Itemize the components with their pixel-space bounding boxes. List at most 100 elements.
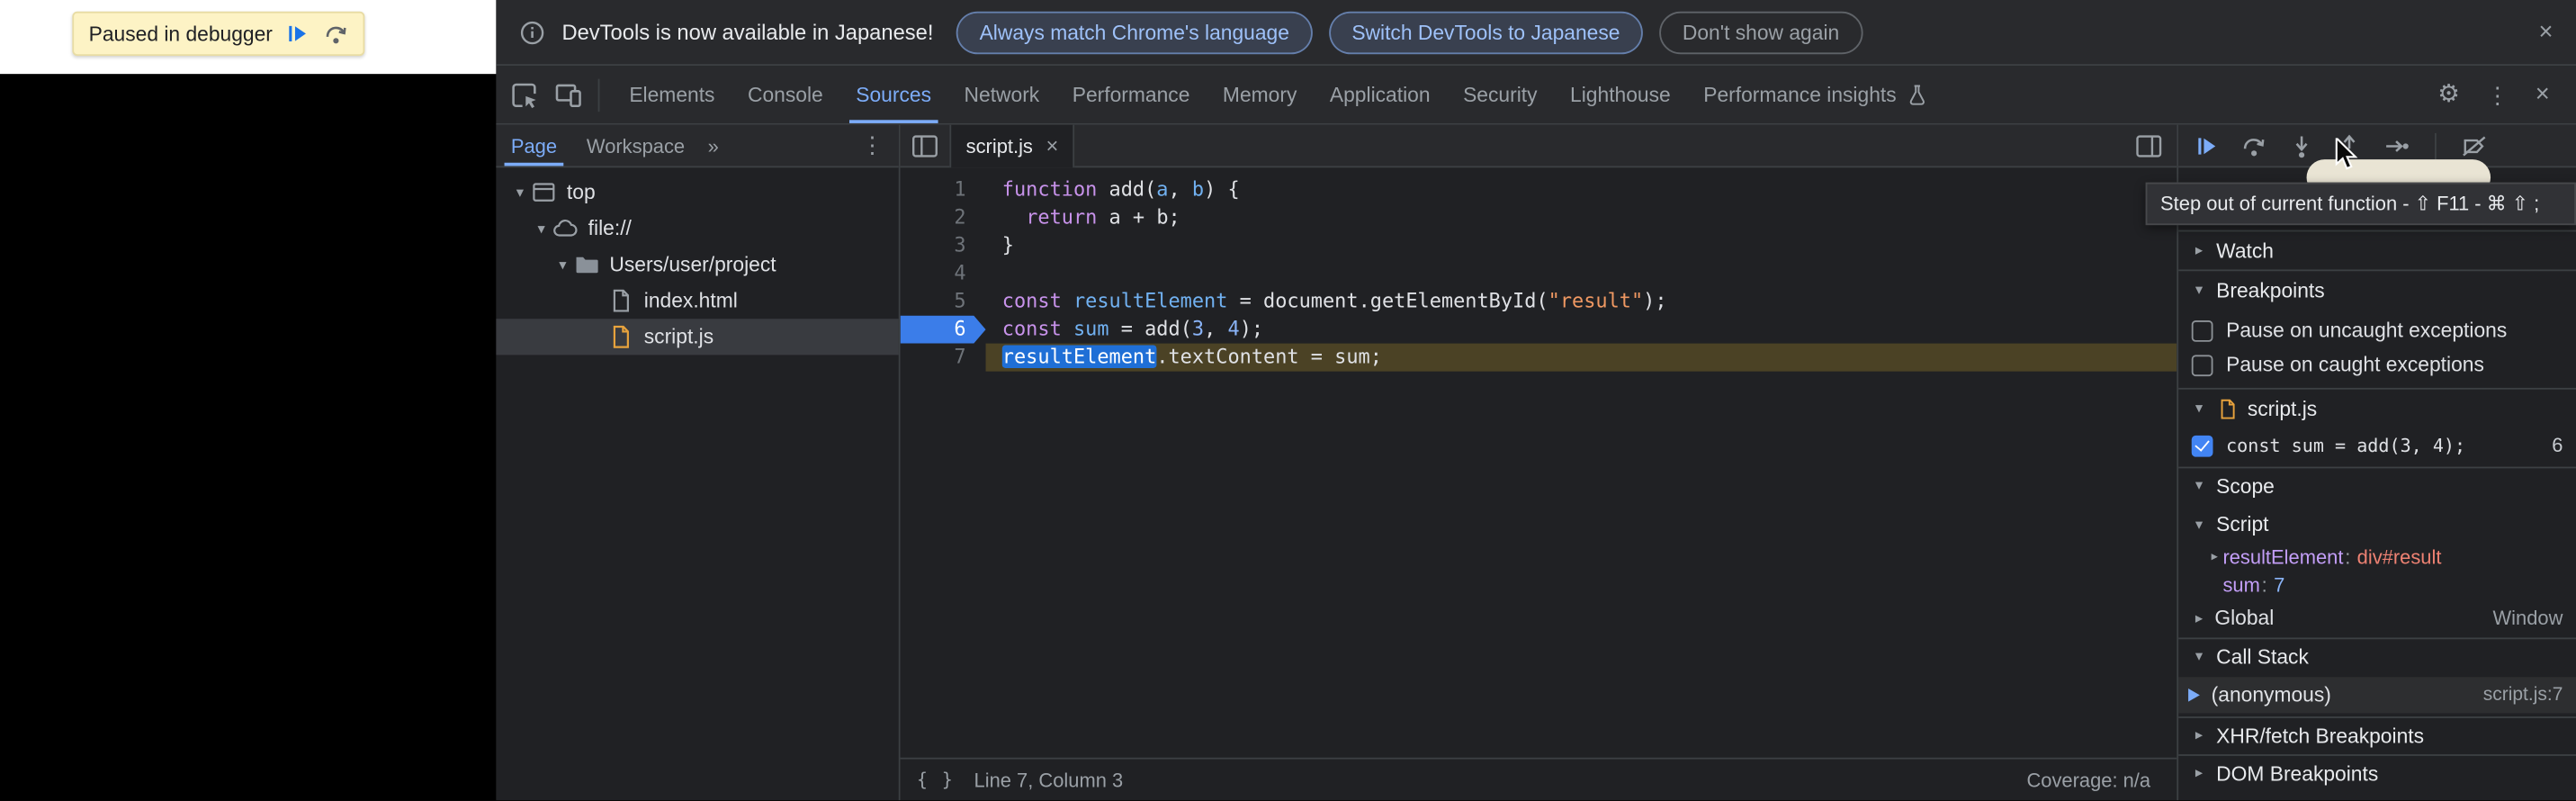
pretty-print-icon[interactable]: { }	[917, 770, 955, 791]
line-number[interactable]: 1	[901, 176, 986, 203]
pause-caught-checkbox[interactable]	[2192, 354, 2213, 375]
pause-uncaught-row[interactable]: Pause on uncaught exceptions	[2178, 312, 2576, 348]
switch-devtools-japanese-button[interactable]: Switch DevTools to Japanese	[1329, 11, 1643, 53]
chevron-right-icon: ▸	[2190, 608, 2208, 626]
toggle-debugger-sidebar-icon[interactable]	[2134, 130, 2164, 160]
code-lines[interactable]: 1function add(a, b) {2 return a + b;3}45…	[901, 167, 2177, 758]
tab-label: Application	[1330, 83, 1431, 106]
code-line-5[interactable]: 5const resultElement = document.getEleme…	[901, 288, 2177, 316]
more-tabs-chevron-icon[interactable]: »	[700, 134, 727, 158]
tree-item-top[interactable]: ▾top	[496, 175, 898, 211]
tab-network[interactable]: Network	[947, 66, 1055, 123]
tab-application[interactable]: Application	[1314, 66, 1447, 123]
code-token: function	[1002, 177, 1098, 201]
tree-item-index-html[interactable]: index.html	[496, 283, 898, 319]
code-token: a	[1156, 177, 1168, 201]
tab-console[interactable]: Console	[732, 66, 839, 123]
resume-icon[interactable]	[286, 22, 310, 46]
tab-sources[interactable]: Sources	[839, 66, 947, 123]
inspect-element-icon[interactable]	[507, 78, 541, 112]
infobar-close-icon[interactable]: ×	[2538, 20, 2553, 44]
code-line-3[interactable]: 3}	[901, 231, 2177, 259]
editor-tab-title: script.js	[966, 134, 1033, 158]
resume-icon[interactable]	[2194, 132, 2220, 158]
device-toolbar-icon[interactable]	[552, 78, 586, 112]
breakpoint-file-label: script.js	[2248, 397, 2317, 420]
section-breakpoints[interactable]: ▾ Breakpoints	[2178, 269, 2576, 309]
tab-page[interactable]: Page	[496, 125, 571, 166]
tree-item-label: file://	[588, 217, 632, 240]
section-xhr-breakpoints[interactable]: ▸ XHR/fetch Breakpoints	[2178, 716, 2576, 752]
section-watch[interactable]: ▸ Watch	[2178, 230, 2576, 270]
code-line-7[interactable]: 7resultElement.textContent = sum;	[901, 344, 2177, 372]
tab-label: Security	[1463, 83, 1537, 106]
code-line-2[interactable]: 2 return a + b;	[901, 203, 2177, 231]
toggle-navigator-icon[interactable]	[911, 130, 940, 160]
settings-gear-icon[interactable]: ⚙	[2425, 82, 2473, 106]
tab-lighthouse[interactable]: Lighthouse	[1554, 66, 1687, 123]
chevron-down-icon[interactable]: ▾	[509, 184, 531, 202]
step-over-icon[interactable]	[2241, 132, 2267, 158]
pause-uncaught-checkbox[interactable]	[2192, 320, 2213, 341]
line-number[interactable]: 4	[901, 259, 986, 287]
code-text: resultElement.textContent = sum;	[986, 344, 2177, 372]
infobar-message: DevTools is now available in Japanese!	[561, 20, 933, 44]
code-line-1[interactable]: 1function add(a, b) {	[901, 176, 2177, 203]
navigator-kebab-icon[interactable]: ⋮	[861, 131, 899, 159]
tab-security[interactable]: Security	[1447, 66, 1554, 123]
scope-var-name: sum	[2222, 572, 2259, 596]
code-line-6[interactable]: 6const sum = add(3, 4);	[901, 316, 2177, 344]
scope-var-sum[interactable]: sum: 7	[2178, 571, 2576, 598]
editor-pane: script.js × 1function add(a, b) {2 retur…	[901, 125, 2177, 801]
tab-label: Elements	[629, 83, 714, 106]
tab-memory[interactable]: Memory	[1207, 66, 1314, 123]
step-over-icon[interactable]	[324, 22, 348, 46]
code-line-4[interactable]: 4	[901, 259, 2177, 287]
chevron-down-icon[interactable]: ▾	[531, 220, 552, 238]
section-dom-breakpoints[interactable]: ▸ DOM Breakpoints	[2178, 754, 2576, 790]
toolbar-divider	[598, 78, 600, 112]
step-into-icon[interactable]	[2288, 132, 2314, 158]
breakpoint-marker[interactable]: 6	[901, 316, 986, 344]
breakpoint-entry-row[interactable]: const sum = add(3, 4); 6	[2178, 428, 2576, 464]
line-number[interactable]: 3	[901, 231, 986, 259]
editor-tab-close-icon[interactable]: ×	[1046, 135, 1058, 157]
coverage-label: Coverage: n/a	[2026, 769, 2150, 792]
chevron-right-icon: ▸	[2190, 241, 2208, 259]
dont-show-again-button[interactable]: Don't show again	[1659, 11, 1862, 53]
chevron-right-icon: ▸	[2206, 549, 2222, 563]
section-scope[interactable]: ▾ Scope	[2178, 467, 2576, 503]
line-number[interactable]: 2	[901, 203, 986, 231]
line-number[interactable]: 5	[901, 288, 986, 316]
always-match-language-button[interactable]: Always match Chrome's language	[956, 11, 1312, 53]
editor-tab-script-js[interactable]: script.js ×	[949, 124, 1074, 166]
navigator-header: Page Workspace » ⋮	[496, 125, 898, 167]
tree-item-file-[interactable]: ▾ file://	[496, 211, 898, 247]
tree-item-users-user-project[interactable]: ▾Users/user/project	[496, 247, 898, 283]
chevron-down-icon[interactable]: ▾	[552, 256, 574, 274]
debugger-sections: ▸ Watch ▾ Breakpoints Pause on uncaught …	[2178, 167, 2576, 801]
frame-location: script.js:7	[2483, 685, 2563, 705]
scope-var-resultelement[interactable]: ▸ resultElement: div#result	[2178, 543, 2576, 571]
step-icon[interactable]	[2383, 132, 2410, 158]
scope-global-section[interactable]: ▸ Global Window	[2178, 601, 2576, 634]
chevron-right-icon: ▸	[2190, 726, 2208, 744]
devtools-close-icon[interactable]: ×	[2522, 82, 2563, 106]
more-options-icon[interactable]: ⋮	[2473, 83, 2522, 106]
call-stack-frame[interactable]: (anonymous) script.js:7	[2178, 677, 2576, 713]
breakpoint-entry-checkbox[interactable]	[2192, 435, 2213, 456]
tree-item-script-js[interactable]: script.js	[496, 319, 898, 355]
pause-caught-label: Pause on caught exceptions	[2226, 354, 2484, 377]
tab-performance[interactable]: Performance	[1055, 66, 1206, 123]
deactivate-breakpoints-icon[interactable]	[2461, 132, 2487, 158]
chevron-right-icon: ▸	[2190, 764, 2208, 782]
section-call-stack[interactable]: ▾ Call Stack	[2178, 637, 2576, 673]
scope-script-section[interactable]: ▾ Script	[2178, 506, 2576, 542]
tab-elements[interactable]: Elements	[613, 66, 732, 123]
pause-caught-row[interactable]: Pause on caught exceptions	[2178, 348, 2576, 382]
tab-workspace[interactable]: Workspace	[571, 125, 699, 166]
paused-in-debugger-banner: Paused in debugger	[72, 12, 364, 56]
line-number[interactable]: 7	[901, 344, 986, 372]
breakpoint-file-group[interactable]: ▾ script.js	[2178, 388, 2576, 428]
tab-performance-insights[interactable]: Performance insights	[1687, 66, 1945, 123]
